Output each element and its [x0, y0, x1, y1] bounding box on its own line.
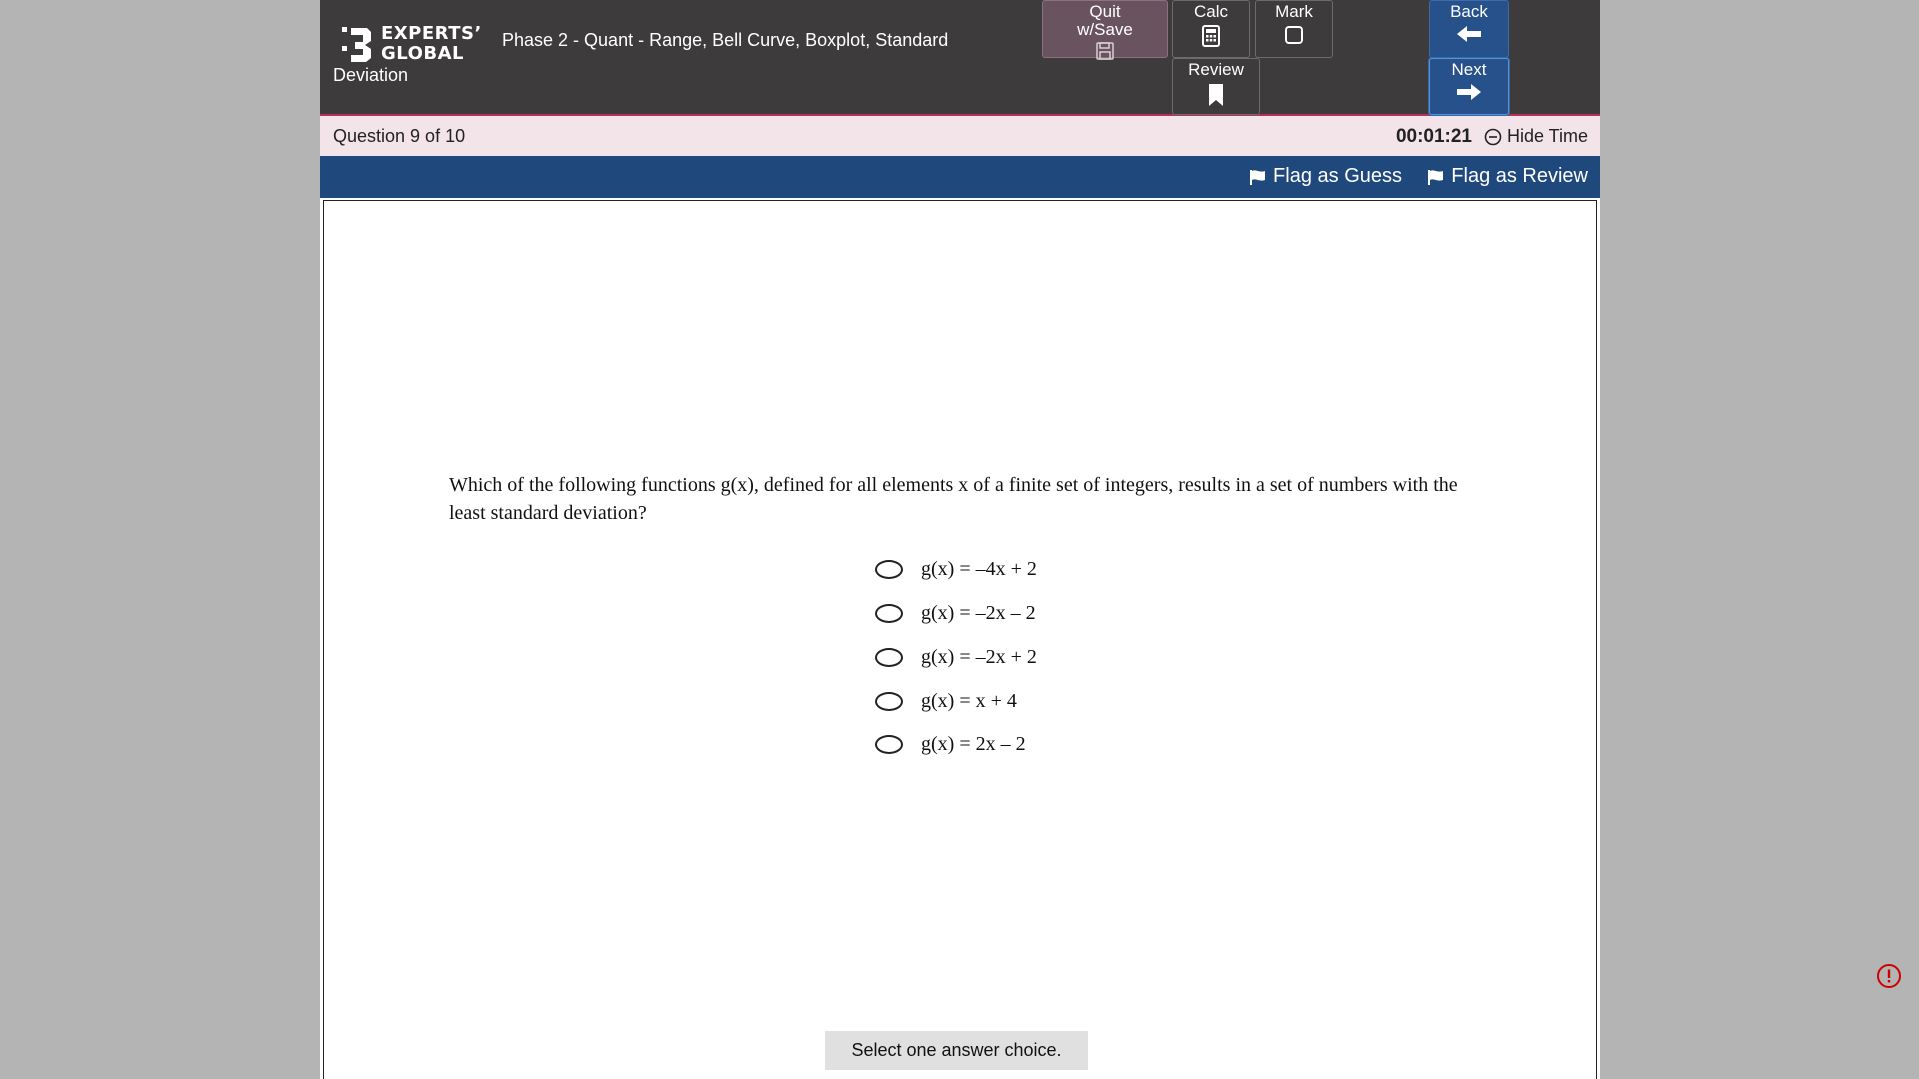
- radio-button[interactable]: [875, 604, 903, 623]
- logo-text-global: GLOBAL: [381, 43, 465, 64]
- section-title: Phase 2 - Quant - Range, Bell Curve, Box…: [502, 30, 949, 50]
- radio-button[interactable]: [875, 648, 903, 667]
- question-text: Which of the following functions g(x), d…: [449, 474, 1458, 524]
- bookmark-icon: [1209, 84, 1223, 106]
- review-button[interactable]: Review: [1172, 58, 1260, 115]
- choice-label: g(x) = –2x + 2: [921, 646, 1037, 668]
- choice-label: g(x) = –2x – 2: [921, 602, 1036, 624]
- question-counter: Question 9 of 10: [333, 126, 466, 146]
- section-title-continued: Deviation: [333, 65, 409, 85]
- arrow-right-icon: [1457, 84, 1481, 100]
- flag-as-guess-label: Flag as Guess: [1273, 165, 1402, 187]
- flag-as-review-button[interactable]: Flag as Review: [1427, 165, 1588, 188]
- calculator-button[interactable]: Calc: [1172, 0, 1250, 58]
- answer-choice-c[interactable]: g(x) = –2x + 2: [875, 646, 1037, 669]
- radio-button[interactable]: [875, 560, 903, 579]
- mark-label: Mark: [1275, 2, 1313, 21]
- back-label: Back: [1450, 2, 1488, 21]
- quit-save-button[interactable]: Quit w/Save: [1042, 0, 1168, 60]
- test-app: EXPERTS’ GLOBAL Phase 2 - Quant - Range,…: [320, 0, 1600, 1079]
- flag-icon: [1250, 169, 1266, 185]
- arrow-left-icon: [1457, 26, 1481, 42]
- question-panel: Which of the following functions g(x), d…: [323, 200, 1597, 1079]
- timer: 00:01:21: [1395, 126, 1472, 147]
- back-button[interactable]: Back: [1429, 0, 1509, 58]
- checkbox-icon: [1285, 26, 1303, 44]
- answer-choice-b[interactable]: g(x) = –2x – 2: [875, 602, 1036, 625]
- save-disk-icon: [1096, 42, 1114, 60]
- choice-label: g(x) = –4x + 2: [921, 558, 1037, 580]
- calc-label: Calc: [1193, 2, 1228, 21]
- choice-label: g(x) = 2x – 2: [921, 733, 1026, 755]
- alert-icon[interactable]: [1876, 963, 1902, 989]
- next-button[interactable]: Next: [1429, 58, 1509, 115]
- question-status-bar: Question 9 of 10 00:01:21 Hide Time: [320, 116, 1600, 156]
- radio-button[interactable]: [875, 692, 903, 711]
- quit-save-label: Quit w/Save: [1077, 2, 1133, 39]
- answer-choice-e[interactable]: g(x) = 2x – 2: [875, 733, 1026, 756]
- header-bar: EXPERTS’ GLOBAL Phase 2 - Quant - Range,…: [320, 0, 1600, 116]
- flag-as-review-label: Flag as Review: [1451, 165, 1588, 187]
- experts-global-logo: EXPERTS’ GLOBAL: [340, 22, 481, 66]
- flag-icon: [1428, 169, 1444, 185]
- review-label: Review: [1188, 60, 1244, 79]
- mark-button[interactable]: Mark: [1255, 0, 1333, 58]
- answer-choice-d[interactable]: g(x) = x + 4: [875, 690, 1017, 713]
- hide-time-label: Hide Time: [1506, 126, 1588, 146]
- radio-button[interactable]: [875, 735, 903, 754]
- flag-as-guess-button[interactable]: Flag as Guess: [1249, 165, 1402, 188]
- flag-toolbar: Flag as Guess Flag as Review: [320, 156, 1600, 198]
- instruction-hint: Select one answer choice.: [825, 1031, 1088, 1070]
- calculator-icon: [1202, 25, 1220, 47]
- choice-label: g(x) = x + 4: [921, 690, 1017, 712]
- logo-text-experts: EXPERTS’: [381, 23, 482, 44]
- minus-circle-icon: [1484, 128, 1502, 145]
- answer-choice-a[interactable]: g(x) = –4x + 2: [875, 558, 1037, 581]
- next-label: Next: [1451, 60, 1487, 79]
- hide-time-toggle[interactable]: Hide Time: [1484, 126, 1588, 147]
- logo-mark-icon: [342, 27, 371, 62]
